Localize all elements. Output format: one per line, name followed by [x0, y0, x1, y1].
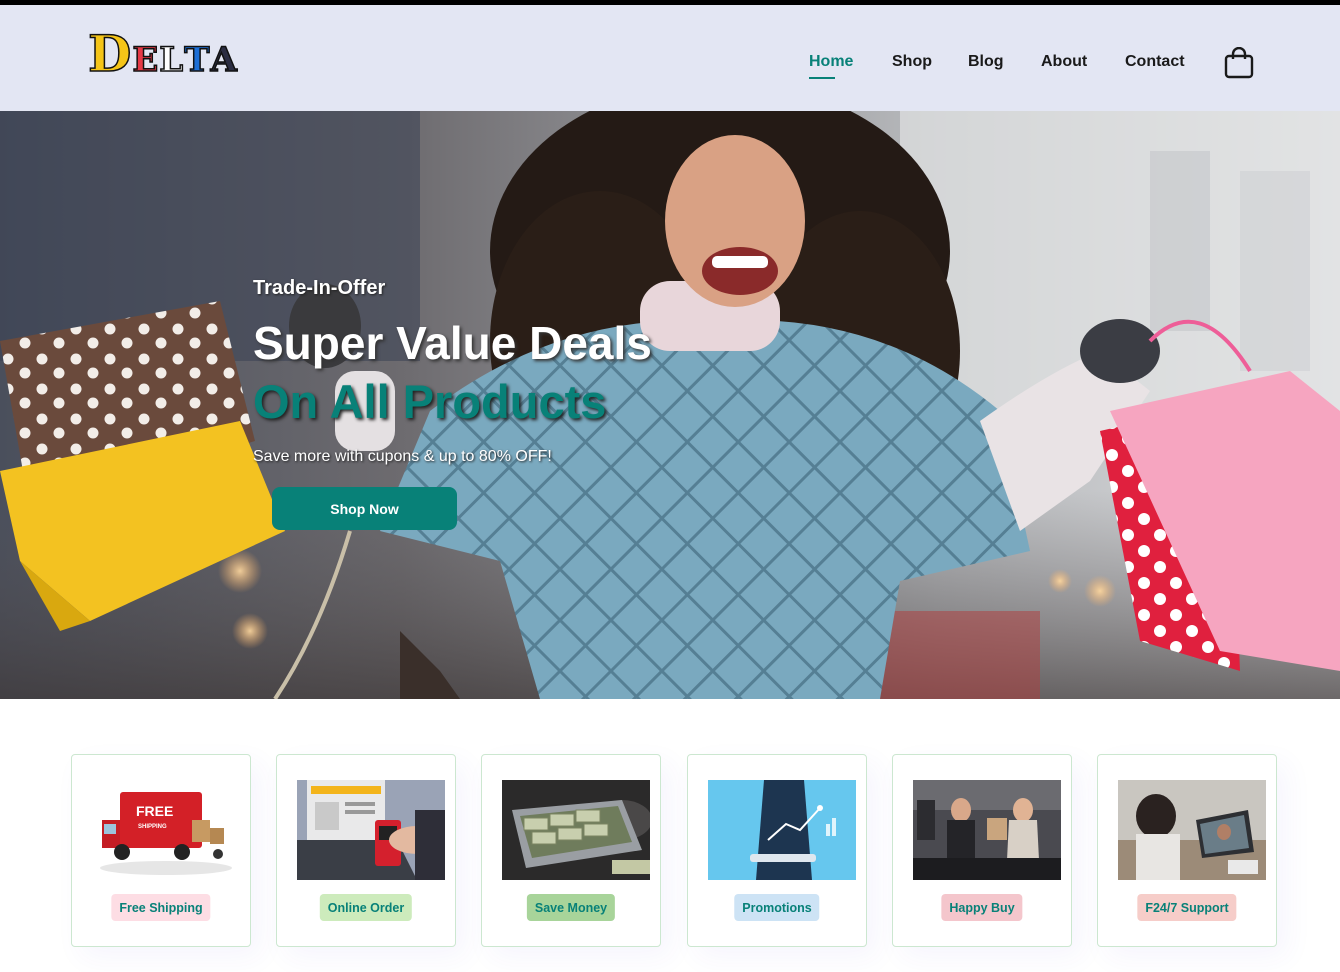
video-call-image	[1118, 780, 1266, 880]
hero-headline-accent: On All Products	[253, 375, 607, 428]
laptop-payment-image	[297, 780, 445, 880]
nav-shop[interactable]: Shop	[892, 53, 932, 73]
feature-card-free-shipping[interactable]: FREE SHIPPING Free Shipping	[71, 754, 251, 947]
svg-text:FREE: FREE	[136, 803, 173, 819]
store-purchase-image	[913, 780, 1061, 880]
shop-now-button[interactable]: Shop Now	[272, 487, 457, 530]
nav-home[interactable]: Home	[809, 53, 853, 79]
feature-tag: F24/7 Support	[1137, 894, 1237, 921]
feature-card-support[interactable]: F24/7 Support	[1097, 754, 1277, 947]
nav-contact[interactable]: Contact	[1125, 53, 1185, 73]
tablet-analytics-image	[708, 780, 856, 880]
shopping-bag-icon[interactable]	[1224, 47, 1254, 79]
feature-card-save-money[interactable]: Save Money	[481, 754, 661, 947]
nav-about[interactable]: About	[1041, 53, 1087, 73]
money-case-image	[502, 780, 650, 880]
hero-photo	[0, 111, 1340, 699]
feature-tag: Happy Buy	[941, 894, 1023, 921]
hero-eyebrow: Trade-In-Offer	[253, 277, 386, 299]
brand-logo[interactable]: DELTA	[87, 28, 238, 85]
hero-banner: Trade-In-Offer Super Value Deals On All …	[0, 111, 1340, 699]
hero-headline: Super Value Deals	[253, 317, 652, 369]
svg-text:SHIPPING: SHIPPING	[138, 824, 167, 830]
feature-tag: Free Shipping	[111, 894, 211, 921]
feature-card-online-order[interactable]: Online Order	[276, 754, 456, 947]
feature-tag: Promotions	[734, 894, 820, 921]
feature-card-promotions[interactable]: Promotions	[687, 754, 867, 947]
site-header: DELTA Home Shop Blog About Contact	[0, 5, 1340, 111]
nav-blog[interactable]: Blog	[968, 53, 1004, 73]
feature-tag: Online Order	[319, 894, 413, 921]
hero-subtext: Save more with cupons & up to 80% OFF!	[253, 448, 552, 465]
feature-tag: Save Money	[526, 894, 616, 921]
feature-card-happy-buy[interactable]: Happy Buy	[892, 754, 1072, 947]
truck-image: FREE SHIPPING	[92, 780, 240, 880]
